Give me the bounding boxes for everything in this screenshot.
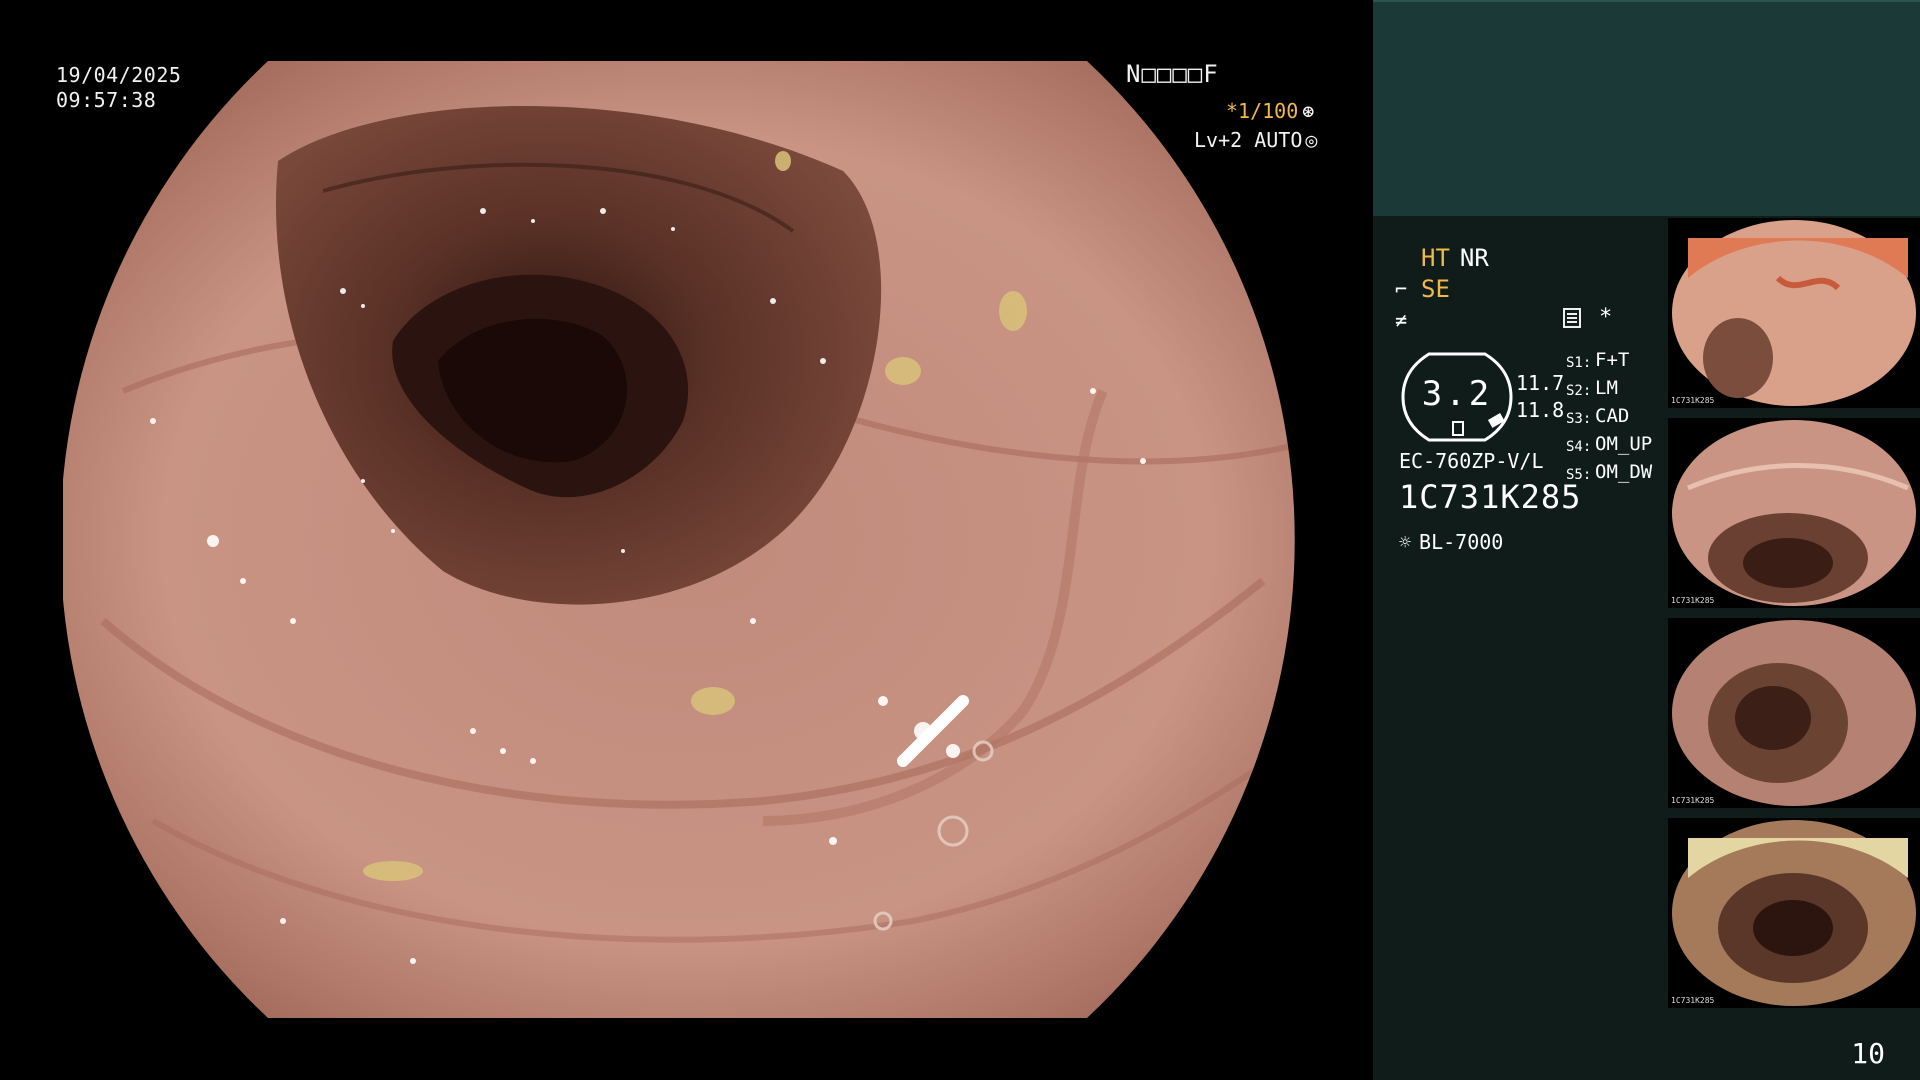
datetime-overlay: 19/04/2025 09:57:38	[56, 63, 181, 113]
asterisk-icon: *	[1599, 305, 1613, 330]
thumbnail[interactable]: 1C731K285	[1668, 418, 1920, 608]
switch-key: S4:	[1566, 439, 1592, 455]
switch-item: S1: F+T	[1566, 348, 1652, 376]
shutter-speed: *1/100 ⊛	[1226, 99, 1314, 124]
switch-key: S2:	[1566, 383, 1592, 399]
scope-model: EC-760ZP-V/L	[1399, 449, 1544, 473]
nr-label: NR	[1459, 244, 1489, 272]
agc-text: Lv+2 AUTO	[1194, 128, 1303, 152]
thumbnail[interactable]: 1C731K285	[1668, 218, 1920, 408]
sub-values: 11.7 11.8	[1516, 370, 1564, 424]
agc-setting: Lv+2 AUTO ◎	[1194, 128, 1317, 153]
switch-value: OM_DW	[1595, 461, 1653, 483]
light-source: ☼ BL-7000	[1399, 530, 1503, 554]
iris-auto-icon: ◎	[1305, 128, 1318, 152]
shutter-speed-text: *1/100	[1226, 99, 1299, 123]
aperture-icon: ⊛	[1302, 99, 1315, 123]
thumbnail[interactable]: 1C731K285	[1668, 818, 1920, 1008]
switch-item: S4: OM_UP	[1566, 432, 1652, 460]
light-source-model: BL-7000	[1419, 530, 1504, 554]
ht-label: HT	[1421, 244, 1450, 272]
panel-header	[1373, 0, 1920, 216]
time-text: 09:57:38	[56, 88, 157, 112]
scope-serial: 1C731K285	[1399, 478, 1582, 516]
switch-value: F+T	[1595, 349, 1630, 371]
switch-item: S2: LM	[1566, 376, 1652, 404]
thumbnail[interactable]: 1C731K285	[1668, 618, 1920, 808]
enhancement-status: HT NR ⌐ SE ≠	[1395, 243, 1489, 336]
switch-value: CAD	[1595, 405, 1630, 427]
page-number: 10	[1851, 1037, 1885, 1070]
color-mode-icon: ≠	[1395, 308, 1408, 332]
iris-value: 3.2	[1421, 374, 1493, 414]
se-label: SE	[1421, 275, 1450, 303]
sub-value: 11.7	[1516, 371, 1565, 395]
endoscope-viewer: 19/04/2025 09:57:38 N□□□□F *1/100 ⊛ Lv+2 …	[0, 0, 1373, 1080]
date-text: 19/04/2025	[56, 63, 182, 87]
menu-icon	[1563, 307, 1581, 328]
scope-switch-list: S1: F+T S2: LM S3: CAD S4: OM_UP S5: OM_DW	[1566, 348, 1652, 488]
patient-id: N□□□□F	[1126, 60, 1219, 88]
switch-key: S1:	[1566, 355, 1592, 371]
iris-gauge: 3.2	[1399, 350, 1515, 444]
mode-icons: *	[1563, 305, 1612, 330]
switch-key: S3:	[1566, 411, 1592, 427]
thumbnail-label: 1C731K285	[1671, 796, 1715, 805]
thumbnail-label: 1C731K285	[1671, 396, 1715, 405]
thumbnail-label: 1C731K285	[1671, 596, 1715, 605]
thumbnail-label: 1C731K285	[1671, 996, 1715, 1005]
captured-thumbnails: 1C731K285 1C731K285 1C731K285 1C731K285	[1668, 218, 1920, 1018]
switch-item: S3: CAD	[1566, 404, 1652, 432]
sub-value: 11.8	[1516, 398, 1565, 422]
light-bulb-icon: ☼	[1399, 530, 1412, 554]
structure-icon: ⌐	[1395, 277, 1408, 301]
endoscopic-image	[63, 61, 1312, 1018]
switch-value: OM_UP	[1595, 433, 1653, 455]
switch-value: LM	[1595, 377, 1618, 399]
